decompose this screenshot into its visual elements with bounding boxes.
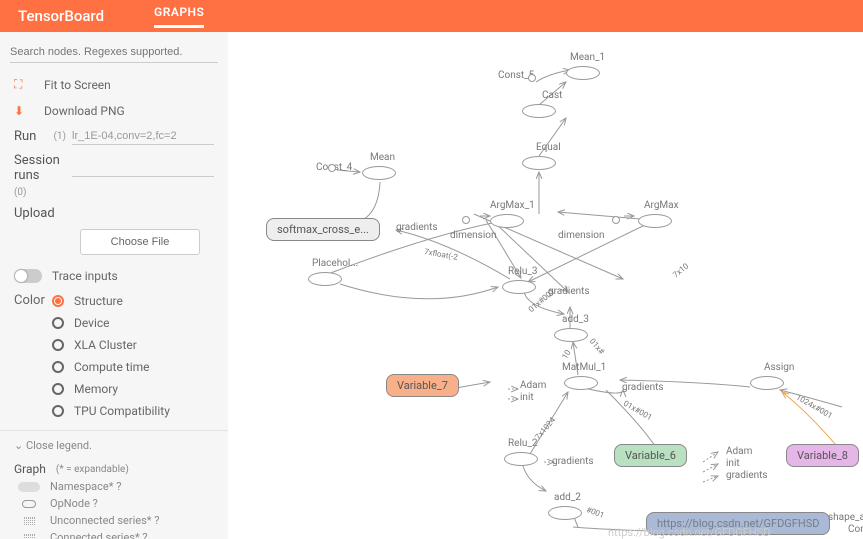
node-assign-label: Assign	[764, 362, 794, 373]
node-cast[interactable]	[522, 104, 556, 118]
search-input[interactable]	[10, 42, 218, 63]
tab-graphs[interactable]: GRAPHS	[154, 5, 204, 28]
legend-unconnected: Unconnected series* ?	[50, 514, 159, 527]
node-add2-label: add_2	[554, 492, 581, 503]
node-relu3[interactable]	[502, 280, 536, 294]
node-adam-label-1: Adam	[520, 380, 546, 391]
brand: TensorBoard	[18, 7, 104, 25]
legend-namespace: Namespace* ?	[50, 480, 121, 493]
session-count: (0)	[14, 187, 27, 198]
radio-device[interactable]	[52, 317, 64, 329]
choose-file-button[interactable]: Choose File	[80, 229, 200, 255]
node-gradients-label-1: gradients	[396, 222, 438, 233]
run-label: Run	[14, 129, 53, 144]
color-memory: Memory	[74, 382, 118, 396]
trace-inputs-toggle[interactable]: Trace inputs	[0, 263, 228, 289]
node-softmax[interactable]: softmax_cross_e...	[266, 218, 380, 241]
node-gradients-label-3: gradients	[622, 382, 664, 393]
node-equal[interactable]	[522, 156, 556, 170]
node-relu2[interactable]	[504, 452, 538, 466]
node-relu3-label: Relu_3	[508, 266, 538, 277]
color-device: Device	[74, 316, 110, 330]
download-label: Download PNG	[44, 104, 125, 118]
radio-compute[interactable]	[52, 361, 64, 373]
node-argmax-label: ArgMax	[644, 200, 679, 211]
radio-xla[interactable]	[52, 339, 64, 351]
app-header: TensorBoard GRAPHS	[0, 0, 863, 32]
session-label: Session runs	[14, 153, 72, 183]
node-const4[interactable]	[328, 164, 336, 172]
node-equal-label: Equal	[536, 142, 561, 153]
legend-opnode: OpNode ?	[50, 497, 98, 510]
node-mean[interactable]	[362, 166, 396, 180]
node-matmul1-label: MatMul_1	[562, 362, 606, 373]
node-add3[interactable]	[554, 328, 588, 342]
unconnected-icon	[24, 517, 35, 525]
watermark: https://blog.csdn.net/GFDGFHSD	[608, 526, 770, 539]
fit-screen-icon: ⛶	[14, 77, 34, 92]
node-matmul1[interactable]	[564, 376, 598, 390]
legend-connected: Connected series* ?	[50, 531, 148, 539]
node-add3-label: add_3	[562, 314, 589, 325]
color-structure: Structure	[74, 294, 123, 308]
node-add2[interactable]	[548, 506, 582, 520]
node-con-label: Con	[848, 524, 863, 535]
download-icon: ⬇	[14, 104, 34, 118]
node-variable8[interactable]: Variable_8	[786, 444, 859, 467]
node-dimension-2[interactable]	[612, 216, 620, 224]
namespace-icon	[18, 482, 40, 492]
node-argmax[interactable]	[638, 214, 672, 228]
sidebar: ⛶ Fit to Screen ⬇ Download PNG Run (1) S…	[0, 32, 228, 539]
connected-icon	[24, 534, 35, 539]
radio-structure[interactable]	[52, 295, 64, 307]
fit-label: Fit to Screen	[44, 78, 111, 92]
graph-legend-label: Graph	[14, 462, 46, 476]
node-init-label-1: init	[520, 392, 534, 403]
graph-canvas[interactable]: Const_5 Mean_1 Cast Equal Const_4 Mean s…	[228, 32, 863, 539]
color-compute: Compute time	[74, 360, 150, 374]
color-tpu: TPU Compatibility	[74, 404, 170, 418]
node-dimension-2-label: dimension	[558, 230, 604, 241]
node-argmax1[interactable]	[490, 214, 524, 228]
node-mean1[interactable]	[566, 66, 600, 80]
node-const5[interactable]	[528, 74, 536, 82]
node-dimension-1[interactable]	[462, 216, 470, 224]
node-variable6[interactable]: Variable_6	[614, 444, 687, 467]
run-select[interactable]	[72, 128, 214, 145]
node-mean1-label: Mean_1	[570, 52, 605, 63]
node-dimension-1-label: dimension	[450, 230, 496, 241]
node-adam-label-2: Adam	[726, 446, 752, 457]
node-gradients-label-4: gradients	[552, 456, 594, 467]
session-select[interactable]	[72, 160, 214, 177]
opnode-icon	[22, 500, 36, 508]
color-label: Color	[14, 293, 52, 308]
node-cast-label: Cast	[542, 90, 562, 101]
node-gradients-label-5: gradients	[726, 470, 768, 481]
color-xla: XLA Cluster	[74, 338, 137, 352]
node-relu2-label: Relu_2	[508, 438, 538, 449]
run-count: (1)	[53, 131, 66, 142]
node-mean-label: Mean	[370, 152, 395, 163]
node-argmax1-label: ArgMax_1	[490, 200, 535, 211]
node-assign[interactable]	[750, 376, 784, 390]
expandable-note: (* = expandable)	[56, 464, 129, 475]
upload-label: Upload	[14, 206, 62, 221]
close-legend-toggle[interactable]: ⌄ Close legend.	[0, 430, 228, 460]
chevron-down-icon: ⌄	[14, 439, 26, 452]
node-init-label-2: init	[726, 458, 740, 469]
node-shapeas-label: shape_as_t	[828, 512, 863, 523]
node-placehol-label: Placehol...	[312, 258, 358, 269]
radio-tpu[interactable]	[52, 405, 64, 417]
trace-label: Trace inputs	[52, 269, 118, 283]
radio-memory[interactable]	[52, 383, 64, 395]
toggle-icon	[14, 269, 42, 283]
download-png-button[interactable]: ⬇ Download PNG	[0, 98, 228, 124]
node-variable7[interactable]: Variable_7	[386, 374, 459, 397]
node-placehol[interactable]	[308, 272, 342, 286]
fit-to-screen-button[interactable]: ⛶ Fit to Screen	[0, 71, 228, 98]
